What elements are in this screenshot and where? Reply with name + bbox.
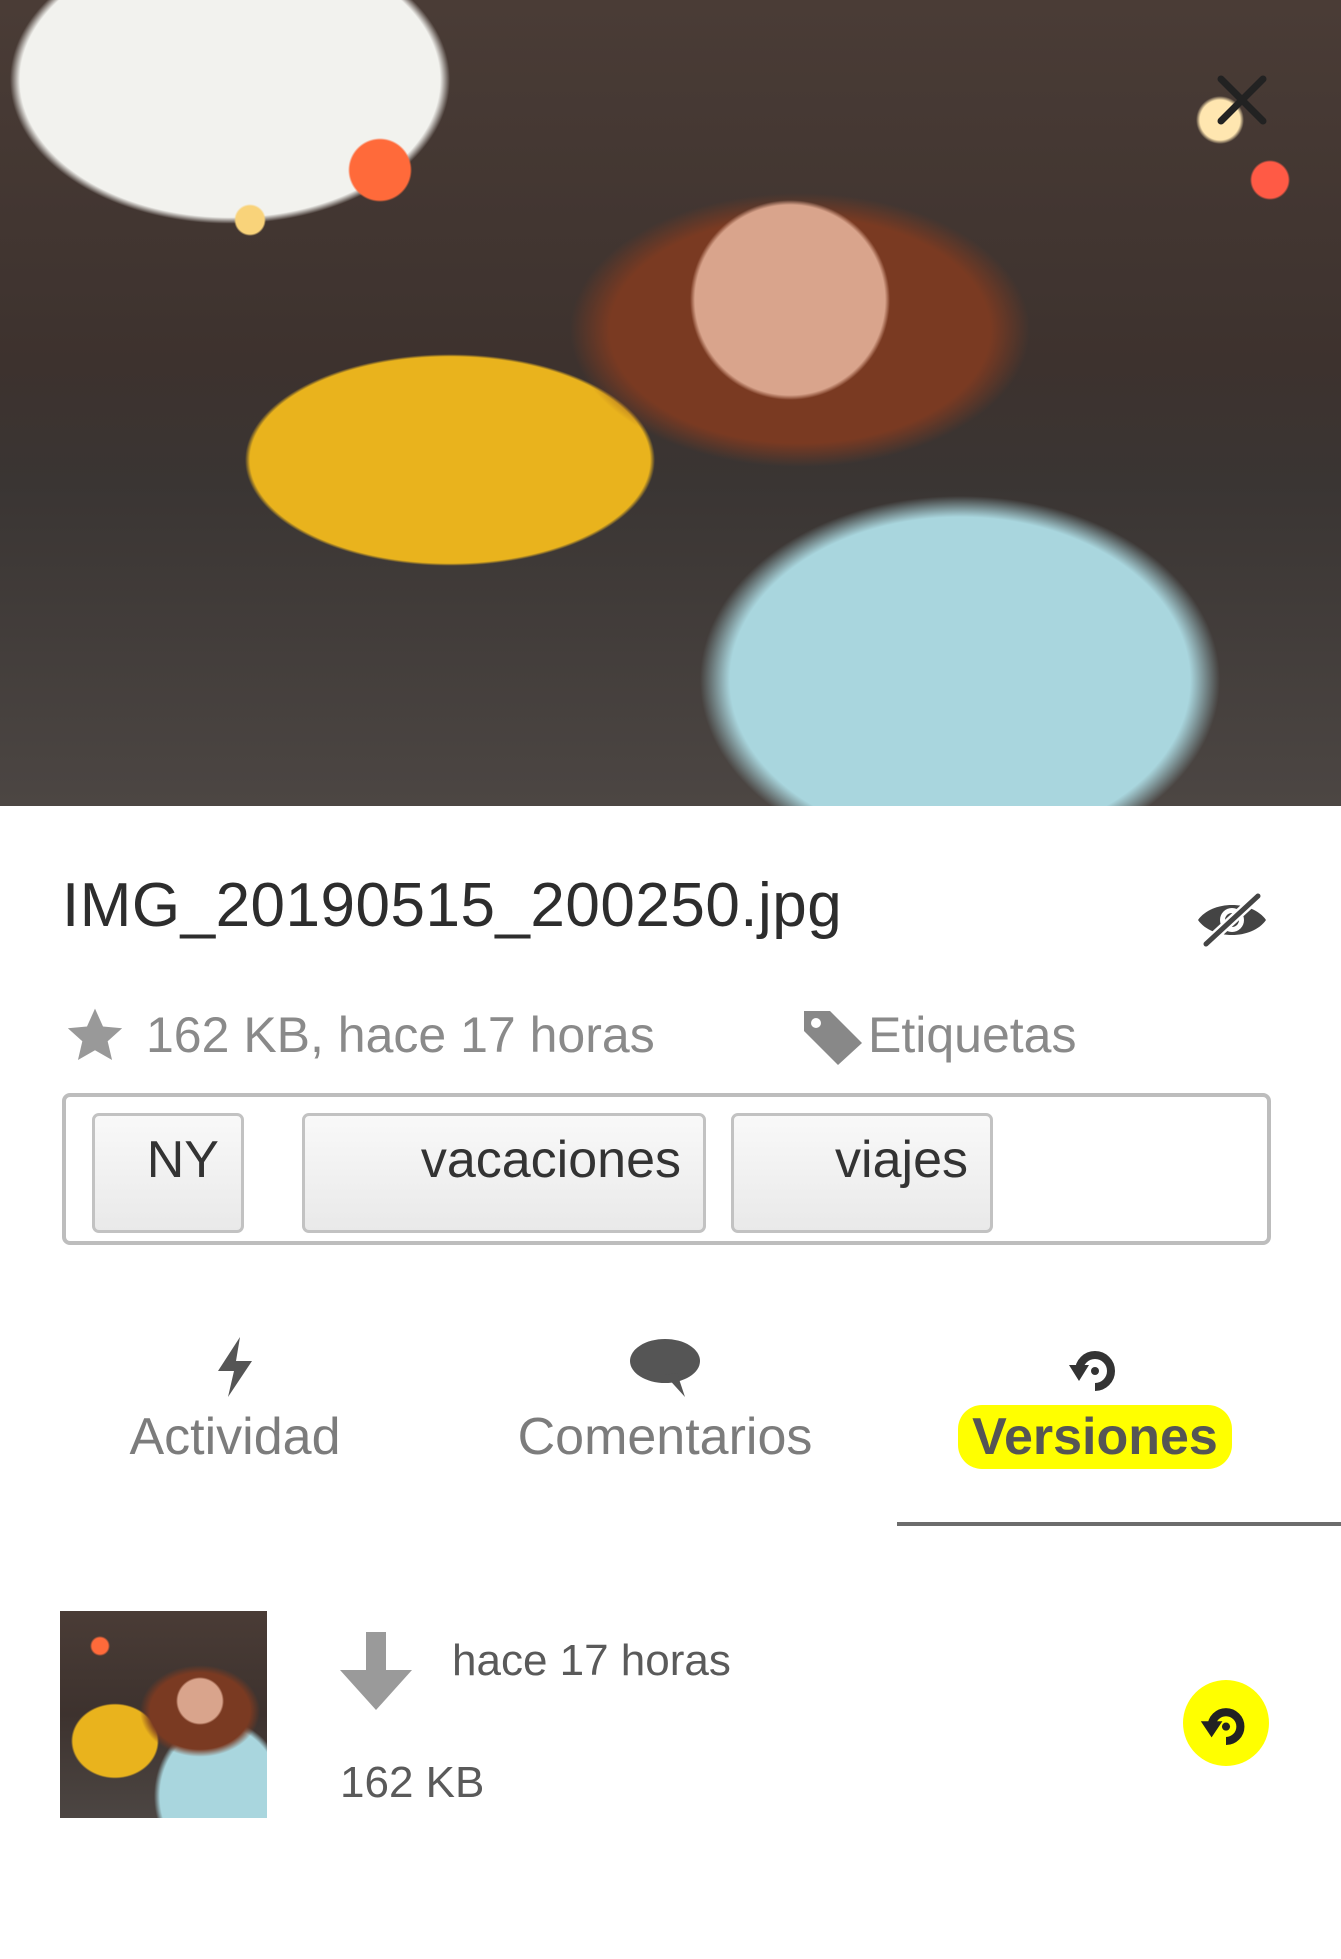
restore-version-button[interactable] <box>1183 1680 1269 1766</box>
close-button[interactable] <box>1212 70 1272 130</box>
tag-chip[interactable]: NY <box>92 1113 244 1233</box>
tag-icon <box>804 1011 862 1065</box>
lightning-icon <box>218 1337 252 1397</box>
close-icon <box>1217 75 1267 125</box>
comment-icon <box>630 1339 700 1397</box>
version-thumbnail <box>60 1611 267 1818</box>
tags-label: Etiquetas <box>868 1007 1077 1063</box>
tab-label: Actividad <box>129 1408 341 1466</box>
tab-comentarios[interactable]: Comentarios <box>480 1335 850 1485</box>
eye-off-icon[interactable] <box>1192 888 1272 952</box>
tags-input[interactable]: NY vacaciones viajes <box>62 1093 1271 1245</box>
tag-chip[interactable]: vacaciones <box>302 1113 706 1233</box>
tab-actividad[interactable]: Actividad <box>90 1335 380 1485</box>
tab-label: Comentarios <box>517 1408 813 1466</box>
file-meta: 162 KB, hace 17 horas <box>62 1000 655 1070</box>
restore-icon <box>1200 1708 1245 1746</box>
download-icon[interactable] <box>334 1630 418 1712</box>
tab-versiones[interactable]: Versiones <box>930 1335 1260 1485</box>
tag-chip[interactable]: viajes <box>731 1113 993 1233</box>
star-icon[interactable] <box>62 1004 128 1066</box>
version-time: hace 17 horas <box>452 1636 731 1685</box>
history-icon <box>1069 1351 1115 1391</box>
tab-label: Versiones <box>958 1405 1232 1469</box>
file-name: IMG_20190515_200250.jpg <box>62 871 843 940</box>
photo-preview <box>0 0 1341 806</box>
tags-button[interactable]: Etiquetas <box>798 1000 1076 1070</box>
file-meta-text: 162 KB, hace 17 horas <box>146 1007 655 1063</box>
active-tab-indicator <box>897 1522 1341 1526</box>
version-size: 162 KB <box>340 1758 485 1807</box>
